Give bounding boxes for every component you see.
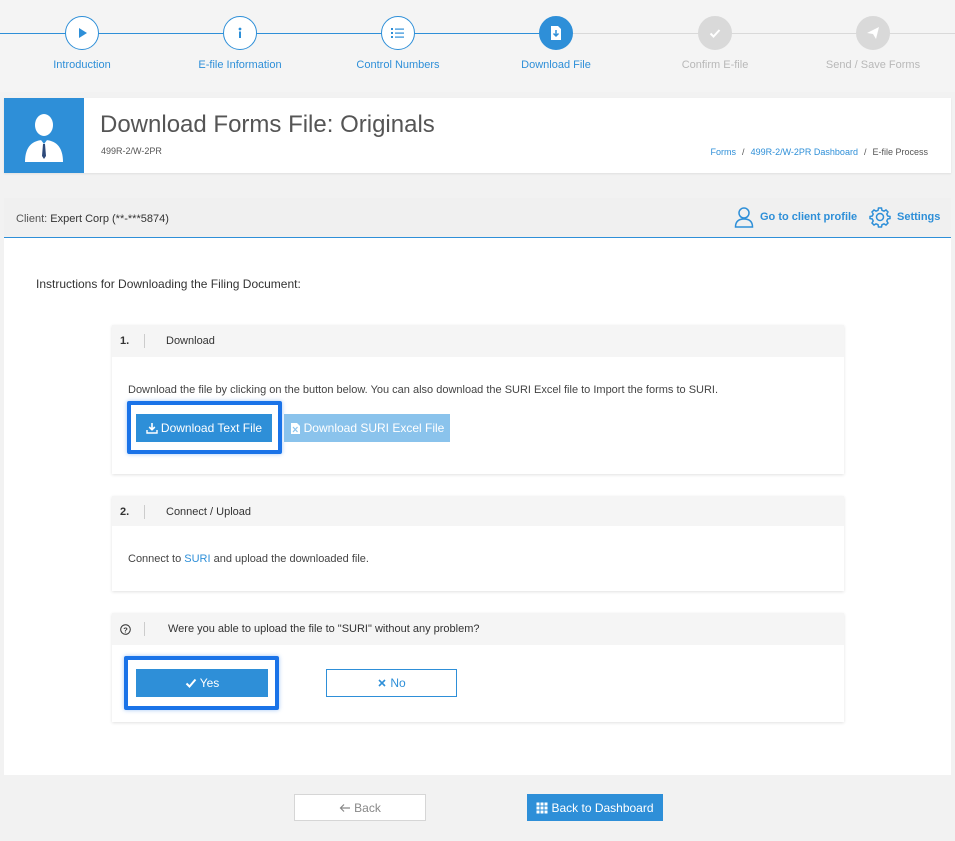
button-label: No bbox=[390, 676, 406, 690]
step-label: Send / Save Forms bbox=[825, 59, 921, 71]
main-panel: Instructions for Downloading the Filing … bbox=[4, 238, 951, 775]
card-title: Connect / Upload bbox=[166, 506, 251, 518]
check-icon bbox=[698, 16, 732, 50]
question-circle-icon: ? bbox=[120, 624, 131, 635]
card-body: Download the file by clicking on the but… bbox=[112, 357, 844, 474]
go-to-client-profile-link[interactable]: Go to client profile bbox=[734, 206, 857, 228]
divider bbox=[144, 505, 145, 519]
button-label: Yes bbox=[199, 676, 220, 690]
card-header: 2. Connect / Upload bbox=[112, 496, 844, 526]
step-confirm-efile: Confirm E-file bbox=[645, 16, 785, 71]
card-body: Connect to SURI and upload the downloade… bbox=[112, 526, 844, 591]
step-efile-information[interactable]: E-file Information bbox=[170, 16, 310, 71]
progress-stepper: Introduction E-file Information Control … bbox=[0, 0, 955, 92]
arrow-left-icon bbox=[339, 803, 351, 812]
button-label: Download Text File bbox=[160, 421, 263, 435]
instructions-heading: Instructions for Downloading the Filing … bbox=[36, 277, 301, 291]
user-profile-icon bbox=[734, 207, 754, 228]
card-title: Download bbox=[166, 335, 215, 347]
client-label: Client: bbox=[16, 213, 48, 225]
profile-link-label: Go to client profile bbox=[760, 211, 858, 223]
card-header: 1. Download bbox=[112, 325, 844, 357]
download-suri-excel-button[interactable]: Download SURI Excel File bbox=[284, 414, 450, 442]
upload-confirmation-card: ? Were you able to upload the file to "S… bbox=[112, 613, 844, 722]
back-button[interactable]: Back bbox=[294, 794, 426, 821]
question-text: Were you able to upload the file to "SUR… bbox=[168, 623, 480, 635]
step-send-save-forms: Send / Save Forms bbox=[803, 16, 943, 71]
client-info: Client: Expert Corp (**-***5874) bbox=[16, 213, 169, 225]
info-icon bbox=[223, 16, 257, 50]
button-label: Back to Dashboard bbox=[551, 800, 654, 815]
breadcrumb-dashboard[interactable]: 499R-2/W-2PR Dashboard bbox=[751, 147, 858, 157]
step-label: Introduction bbox=[53, 59, 111, 71]
gear-icon bbox=[869, 207, 891, 228]
grid-icon bbox=[536, 802, 548, 813]
svg-text:?: ? bbox=[123, 625, 128, 634]
download-step-card: 1. Download Download the file by clickin… bbox=[112, 325, 844, 474]
step-number: 1. bbox=[120, 335, 130, 347]
card-body: Yes No bbox=[112, 645, 844, 722]
step-label: E-file Information bbox=[198, 59, 282, 71]
yes-button[interactable]: Yes bbox=[136, 669, 268, 697]
divider bbox=[144, 622, 145, 636]
excel-file-icon bbox=[290, 422, 300, 434]
breadcrumb: Forms / 499R-2/W-2PR Dashboard / E-file Proc… bbox=[711, 147, 928, 157]
breadcrumb-current: E-file Process bbox=[872, 147, 928, 157]
back-to-dashboard-button[interactable]: Back to Dashboard bbox=[527, 794, 663, 821]
step-label: Download File bbox=[521, 59, 591, 71]
breadcrumb-separator: / bbox=[742, 147, 745, 157]
card-header: ? Were you able to upload the file to "S… bbox=[112, 613, 844, 645]
page-subtitle: 499R-2/W-2PR bbox=[101, 146, 162, 156]
no-button[interactable]: No bbox=[326, 669, 457, 697]
check-icon bbox=[185, 678, 196, 688]
step-control-numbers[interactable]: Control Numbers bbox=[328, 16, 468, 71]
footer-bar: Back Back to Dashboard bbox=[4, 775, 951, 837]
step-label: Confirm E-file bbox=[681, 59, 749, 71]
instruction-text: Connect to bbox=[128, 553, 185, 565]
list-icon bbox=[381, 16, 415, 50]
connect-upload-card: 2. Connect / Upload Connect to SURI and … bbox=[112, 496, 844, 591]
close-icon bbox=[378, 679, 386, 687]
connect-instructions: Connect to SURI and upload the downloade… bbox=[128, 553, 369, 565]
instruction-text: and upload the downloaded file. bbox=[210, 553, 369, 565]
download-file-icon bbox=[539, 16, 573, 50]
step-introduction[interactable]: Introduction bbox=[12, 16, 152, 71]
step-download-file[interactable]: Download File bbox=[486, 16, 626, 71]
settings-link[interactable]: Settings bbox=[869, 206, 940, 228]
play-icon bbox=[65, 16, 99, 50]
button-label: Back bbox=[354, 800, 381, 815]
breadcrumb-forms[interactable]: Forms bbox=[711, 147, 737, 157]
page-title: Download Forms File: Originals bbox=[100, 111, 435, 138]
breadcrumb-separator: / bbox=[863, 147, 867, 157]
step-number: 2. bbox=[120, 506, 130, 518]
client-bar: Client: Expert Corp (**-***5874) Go to c… bbox=[4, 198, 951, 238]
divider bbox=[144, 334, 145, 348]
download-text-file-button[interactable]: Download Text File bbox=[136, 414, 272, 442]
download-instructions-text: Download the file by clicking on the but… bbox=[128, 384, 719, 396]
button-label: Download SURI Excel File bbox=[303, 421, 445, 435]
suri-link[interactable]: SURI bbox=[184, 553, 210, 565]
send-icon bbox=[856, 16, 890, 50]
client-name: Expert Corp (**-***5874) bbox=[50, 213, 169, 225]
download-icon bbox=[146, 423, 158, 434]
step-label: Control Numbers bbox=[356, 59, 440, 71]
page-header: Download Forms File: Originals 499R-2/W-… bbox=[4, 98, 951, 173]
user-avatar-icon bbox=[4, 98, 84, 173]
settings-link-label: Settings bbox=[897, 211, 941, 223]
